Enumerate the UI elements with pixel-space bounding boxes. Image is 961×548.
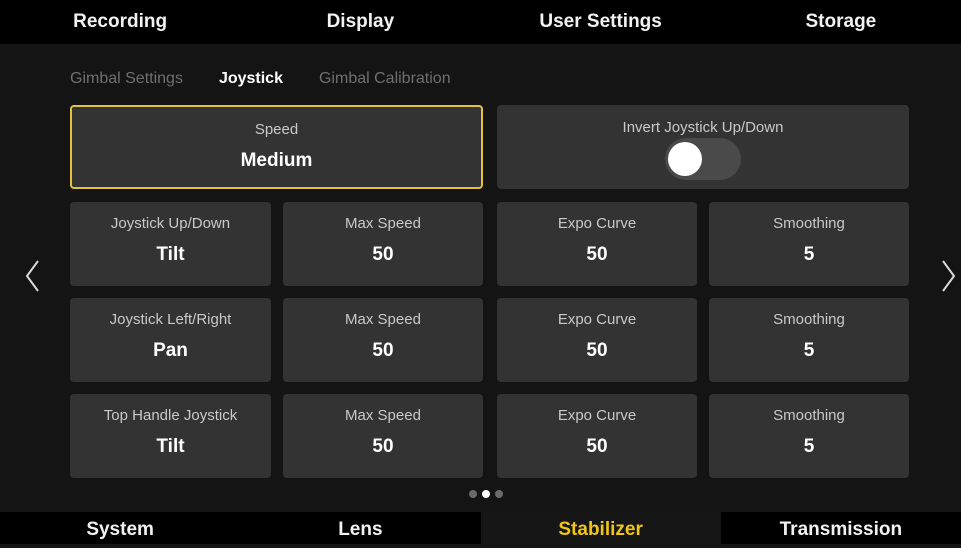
card-value: 5 — [803, 340, 815, 361]
card-label: Smoothing — [773, 215, 845, 232]
page-dot[interactable] — [495, 490, 503, 498]
card-label: Joystick Left/Right — [109, 311, 232, 328]
tab-user-settings[interactable]: User Settings — [481, 0, 721, 44]
max-speed-card[interactable]: Max Speed 50 — [283, 202, 483, 286]
smoothing-card[interactable]: Smoothing 5 — [709, 202, 909, 286]
card-label: Expo Curve — [557, 407, 637, 424]
max-speed-card[interactable]: Max Speed 50 — [283, 298, 483, 382]
card-label: Max Speed — [345, 311, 421, 328]
card-label: Expo Curve — [557, 215, 637, 232]
card-label: Top Handle Joystick — [103, 407, 238, 424]
subtab-joystick[interactable]: Joystick — [219, 66, 283, 92]
smoothing-card[interactable]: Smoothing 5 — [709, 298, 909, 382]
card-value: Pan — [153, 340, 188, 361]
speed-card[interactable]: Speed Medium — [70, 105, 483, 189]
card-value: Tilt — [156, 244, 185, 265]
card-value: Tilt — [156, 436, 185, 457]
smoothing-card[interactable]: Smoothing 5 — [709, 394, 909, 478]
sub-tabs: Gimbal Settings Joystick Gimbal Calibrat… — [70, 66, 451, 92]
toggle-knob — [668, 142, 702, 176]
tab-system[interactable]: System — [0, 512, 240, 544]
bottom-nav: System Lens Stabilizer Transmission — [0, 512, 961, 544]
card-label: Max Speed — [345, 407, 421, 424]
card-value: 50 — [586, 244, 608, 265]
card-label: Smoothing — [773, 311, 845, 328]
max-speed-card[interactable]: Max Speed 50 — [283, 394, 483, 478]
card-value: 50 — [372, 244, 394, 265]
card-value: 50 — [372, 340, 394, 361]
subtab-gimbal-settings[interactable]: Gimbal Settings — [70, 66, 183, 92]
tab-lens[interactable]: Lens — [240, 512, 480, 544]
card-label: Joystick Up/Down — [110, 215, 231, 232]
card-value: 5 — [803, 436, 815, 457]
tab-transmission[interactable]: Transmission — [721, 512, 961, 544]
card-label: Max Speed — [345, 215, 421, 232]
card-value: 50 — [372, 436, 394, 457]
speed-label: Speed — [254, 121, 299, 138]
card-label: Smoothing — [773, 407, 845, 424]
speed-value: Medium — [240, 150, 313, 171]
joystick-left-right-card[interactable]: Joystick Left/Right Pan — [70, 298, 271, 382]
tab-stabilizer[interactable]: Stabilizer — [480, 512, 721, 544]
top-nav: Recording Display User Settings Storage — [0, 0, 961, 44]
expo-curve-card[interactable]: Expo Curve 50 — [497, 202, 697, 286]
chevron-right-icon[interactable] — [938, 258, 958, 294]
subtab-gimbal-calibration[interactable]: Gimbal Calibration — [319, 66, 451, 92]
page-dot[interactable] — [469, 490, 477, 498]
tab-recording[interactable]: Recording — [0, 0, 240, 44]
invert-joystick-toggle[interactable] — [665, 138, 741, 180]
card-value: 50 — [586, 436, 608, 457]
top-handle-joystick-card[interactable]: Top Handle Joystick Tilt — [70, 394, 271, 478]
tab-display[interactable]: Display — [240, 0, 480, 44]
chevron-left-icon[interactable] — [23, 258, 43, 294]
joystick-up-down-card[interactable]: Joystick Up/Down Tilt — [70, 202, 271, 286]
card-value: 50 — [586, 340, 608, 361]
page-dot-active[interactable] — [482, 490, 490, 498]
card-label: Expo Curve — [557, 311, 637, 328]
invert-joystick-label: Invert Joystick Up/Down — [622, 119, 784, 136]
page-indicator — [469, 490, 503, 498]
tab-storage[interactable]: Storage — [721, 0, 961, 44]
card-value: 5 — [803, 244, 815, 265]
expo-curve-card[interactable]: Expo Curve 50 — [497, 298, 697, 382]
expo-curve-card[interactable]: Expo Curve 50 — [497, 394, 697, 478]
